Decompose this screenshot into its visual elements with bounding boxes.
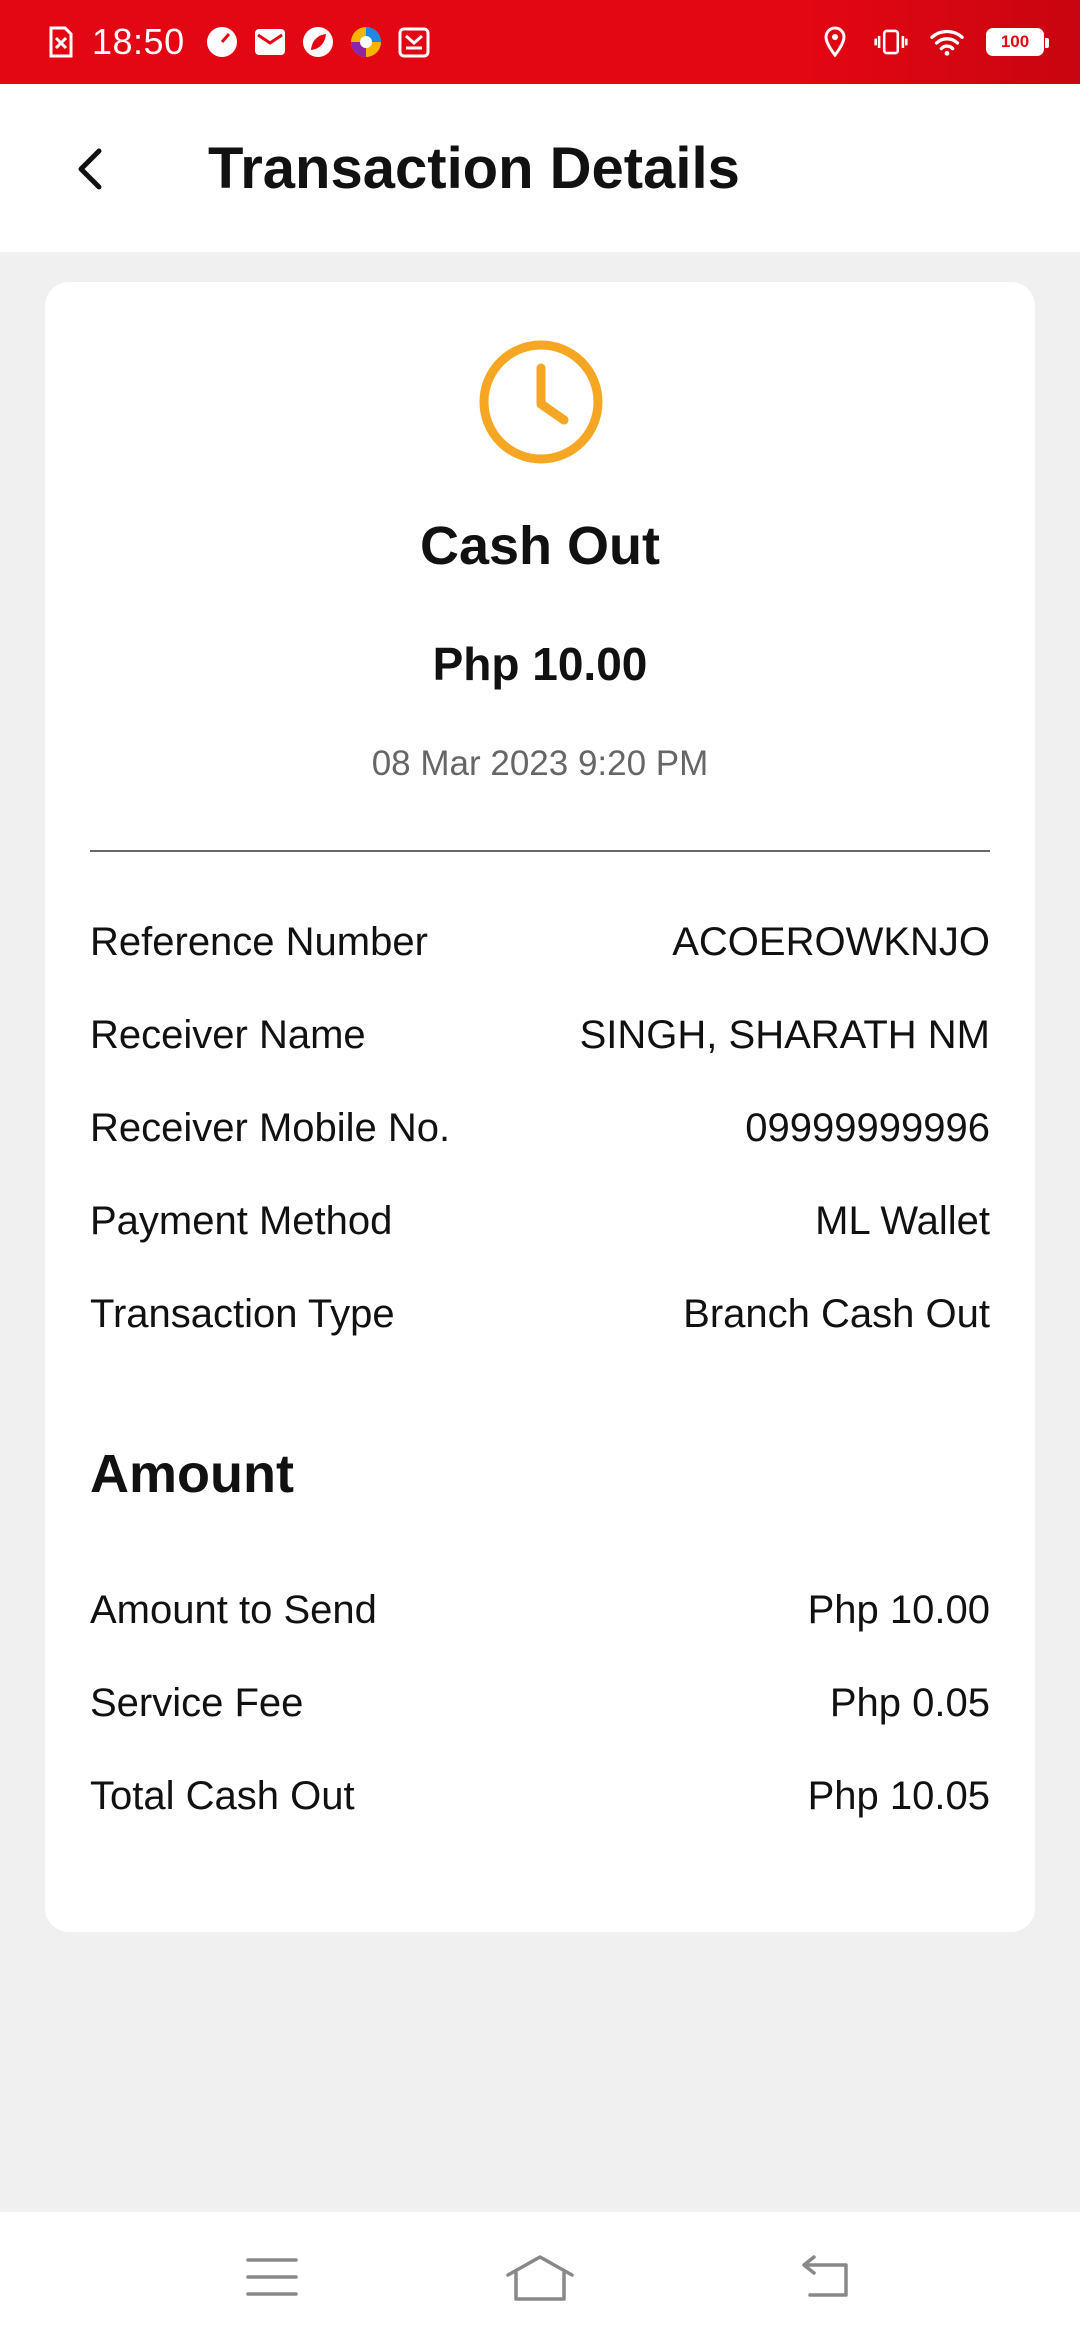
calendar-mail-icon xyxy=(397,25,431,59)
amount-value: Php 10.05 xyxy=(807,1774,990,1818)
chevron-left-icon xyxy=(78,148,102,190)
menu-icon xyxy=(246,2258,298,2296)
amount-row-to-send: Amount to Send Php 10.00 xyxy=(90,1564,990,1657)
nav-home-button[interactable] xyxy=(490,2242,590,2312)
detail-label: Receiver Name xyxy=(90,1013,366,1057)
home-icon xyxy=(506,2255,574,2301)
location-icon xyxy=(818,25,852,59)
status-bar-left: 18:50 xyxy=(44,18,431,66)
detail-row-payment-method: Payment Method ML Wallet xyxy=(90,1175,990,1268)
battery-icon: 100 xyxy=(986,28,1049,56)
leaf-icon xyxy=(301,25,335,59)
status-time: 18:50 xyxy=(92,21,185,62)
transaction-amount: Php 10.00 xyxy=(432,638,648,690)
detail-value: 09999999996 xyxy=(745,1106,990,1150)
detail-label: Transaction Type xyxy=(90,1292,395,1336)
browser-icon xyxy=(349,25,383,59)
amount-label: Amount to Send xyxy=(90,1588,377,1632)
transaction-card: Cash Out Php 10.00 08 Mar 2023 9:20 PM R… xyxy=(45,282,1035,1932)
amount-label: Service Fee xyxy=(90,1681,304,1725)
amount-row-service-fee: Service Fee Php 0.05 xyxy=(90,1657,990,1750)
mail-icon xyxy=(253,25,287,59)
nav-back-button[interactable] xyxy=(774,2242,874,2312)
back-icon xyxy=(802,2255,848,2297)
wifi-icon xyxy=(930,25,964,59)
nav-menu-button[interactable] xyxy=(222,2242,322,2312)
app-bar: Transaction Details xyxy=(0,84,1080,252)
transaction-date: 08 Mar 2023 9:20 PM xyxy=(371,744,709,783)
detail-label: Reference Number xyxy=(90,920,428,964)
detail-label: Payment Method xyxy=(90,1199,393,1243)
back-button[interactable] xyxy=(60,134,120,204)
sim-alert-icon xyxy=(44,25,78,59)
detail-value: ACOEROWKNJO xyxy=(672,920,990,964)
page-title: Transaction Details xyxy=(208,136,740,201)
details-list: Reference Number ACOEROWKNJO Receiver Na… xyxy=(90,896,990,1361)
amount-value: Php 0.05 xyxy=(829,1681,990,1725)
detail-row-reference: Reference Number ACOEROWKNJO xyxy=(90,896,990,989)
detail-row-transaction-type: Transaction Type Branch Cash Out xyxy=(90,1268,990,1361)
speedometer-icon xyxy=(205,25,239,59)
amount-label: Total Cash Out xyxy=(90,1774,355,1818)
detail-value: Branch Cash Out xyxy=(683,1292,990,1336)
divider xyxy=(90,850,990,852)
detail-row-receiver-name: Receiver Name SINGH, SHARATH NM xyxy=(90,989,990,1082)
status-bar: 18:50 100 xyxy=(0,0,1080,84)
amount-value: Php 10.00 xyxy=(807,1588,990,1632)
battery-level: 100 xyxy=(989,31,1041,53)
detail-value: SINGH, SHARATH NM xyxy=(579,1013,990,1057)
clock-icon xyxy=(479,340,603,464)
status-bar-right: 100 xyxy=(818,18,1049,66)
amount-list: Amount to Send Php 10.00 Service Fee Php… xyxy=(90,1564,990,1843)
amount-section-title: Amount xyxy=(90,1444,294,1504)
detail-label: Receiver Mobile No. xyxy=(90,1106,451,1150)
vibrate-icon xyxy=(874,25,908,59)
system-nav-bar xyxy=(0,2212,1080,2340)
detail-value: ML Wallet xyxy=(815,1199,990,1243)
transaction-type-title: Cash Out xyxy=(419,516,661,576)
detail-row-receiver-mobile: Receiver Mobile No. 09999999996 xyxy=(90,1082,990,1175)
amount-row-total: Total Cash Out Php 10.05 xyxy=(90,1750,990,1843)
